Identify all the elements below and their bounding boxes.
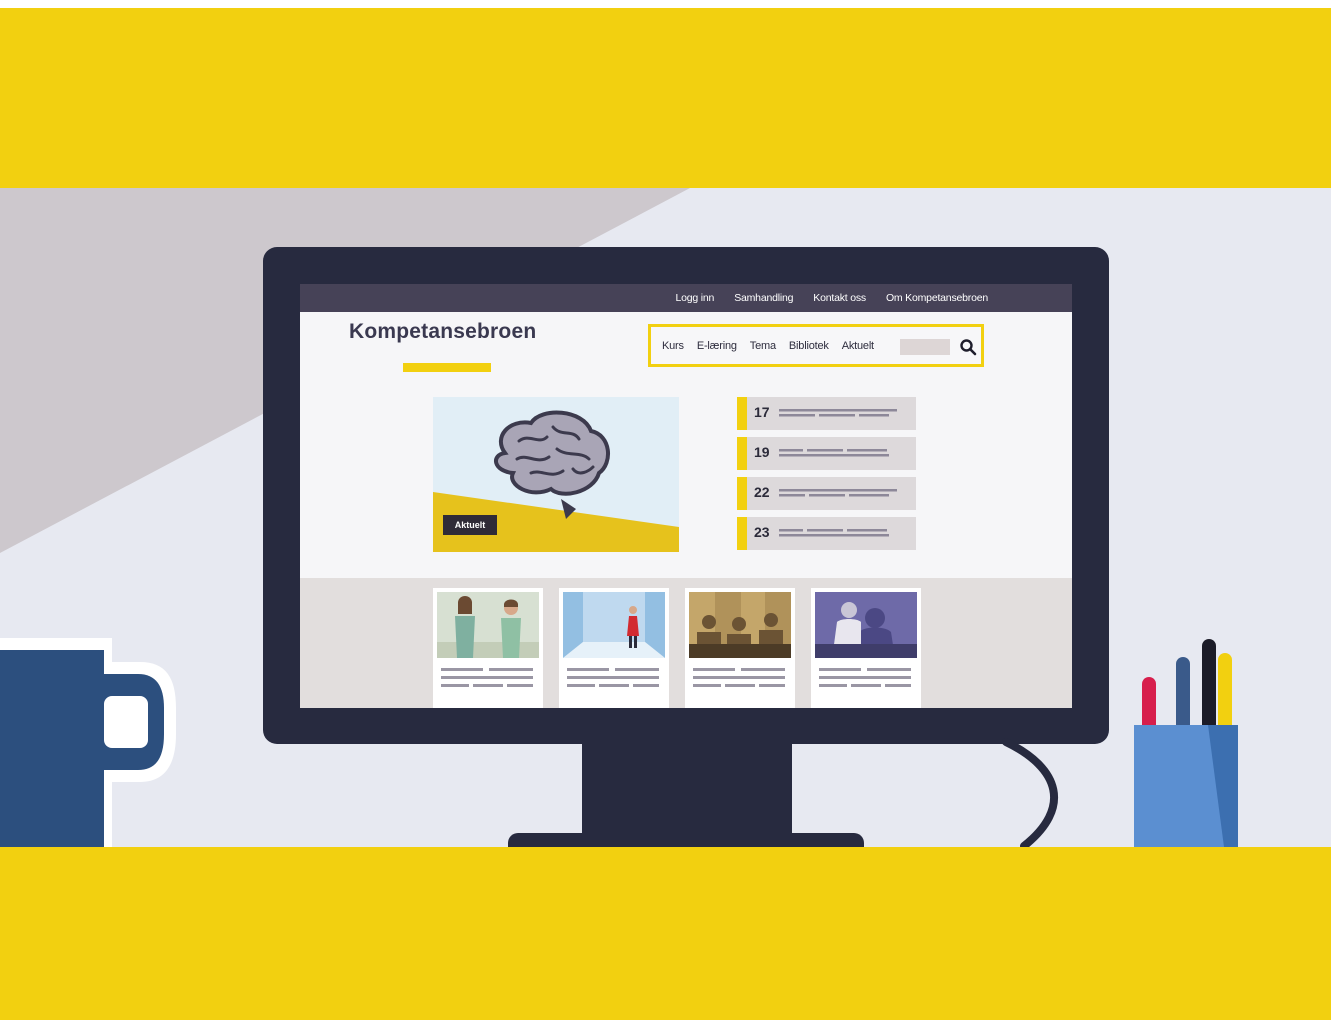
article-strip [300,578,1072,708]
event-row[interactable]: 17 [737,397,916,430]
event-text-lines [779,449,889,457]
search-input[interactable] [900,339,950,355]
event-text-lines [779,489,897,497]
article-image [815,592,917,658]
bottom-yellow-band [0,847,1331,1020]
top-nav-om[interactable]: Om Kompetansebroen [886,292,988,304]
brain-icon [494,410,611,519]
top-nav-samhandling[interactable]: Samhandling [734,292,793,304]
illustration-scene: Logg inn Samhandling Kontakt oss Om Komp… [0,188,1331,847]
event-day: 22 [754,484,770,500]
event-day: 23 [754,524,770,540]
nav-item-elaering[interactable]: E-læring [697,340,737,352]
article-text-lines [441,668,533,687]
article-text-lines [567,668,659,687]
article-card[interactable] [433,588,543,708]
nav-item-kurs[interactable]: Kurs [662,340,684,352]
site-logo[interactable]: Kompetansebroen [349,320,536,344]
top-nav-login[interactable]: Logg inn [675,292,714,304]
nav-item-aktuelt[interactable]: Aktuelt [842,340,874,352]
search-icon[interactable] [959,338,977,356]
hero-badge[interactable]: Aktuelt [443,515,497,535]
main-nav: Kurs E-læring Tema Bibliotek Aktuelt [648,324,984,367]
article-text-lines [693,668,785,687]
website-screen: Logg inn Samhandling Kontakt oss Om Komp… [300,284,1072,708]
article-card[interactable] [559,588,669,708]
logo-underline [403,363,491,372]
event-row[interactable]: 23 [737,517,916,550]
article-text-lines [819,668,911,687]
hero-article[interactable]: Aktuelt [433,397,679,552]
top-bar: Logg inn Samhandling Kontakt oss Om Komp… [300,284,1072,312]
monitor-base [508,833,864,847]
event-text-lines [779,409,897,417]
event-text-lines [779,529,889,537]
event-day: 19 [754,444,770,460]
event-day: 17 [754,404,770,420]
top-nav-kontakt[interactable]: Kontakt oss [813,292,866,304]
nav-item-tema[interactable]: Tema [750,340,776,352]
article-card[interactable] [811,588,921,708]
article-image [437,592,539,658]
event-row[interactable]: 19 [737,437,916,470]
article-image [563,592,665,658]
nav-item-bibliotek[interactable]: Bibliotek [789,340,829,352]
article-card[interactable] [685,588,795,708]
pencil-cup-icon [1134,639,1238,847]
top-nav: Logg inn Samhandling Kontakt oss Om Komp… [675,284,988,312]
monitor-cable [1002,738,1058,847]
top-yellow-band [0,8,1331,188]
events-list: 17 19 22 23 [737,397,916,557]
mug-icon [0,638,176,847]
event-row[interactable]: 22 [737,477,916,510]
monitor-stand [582,744,792,837]
article-image [689,592,791,658]
